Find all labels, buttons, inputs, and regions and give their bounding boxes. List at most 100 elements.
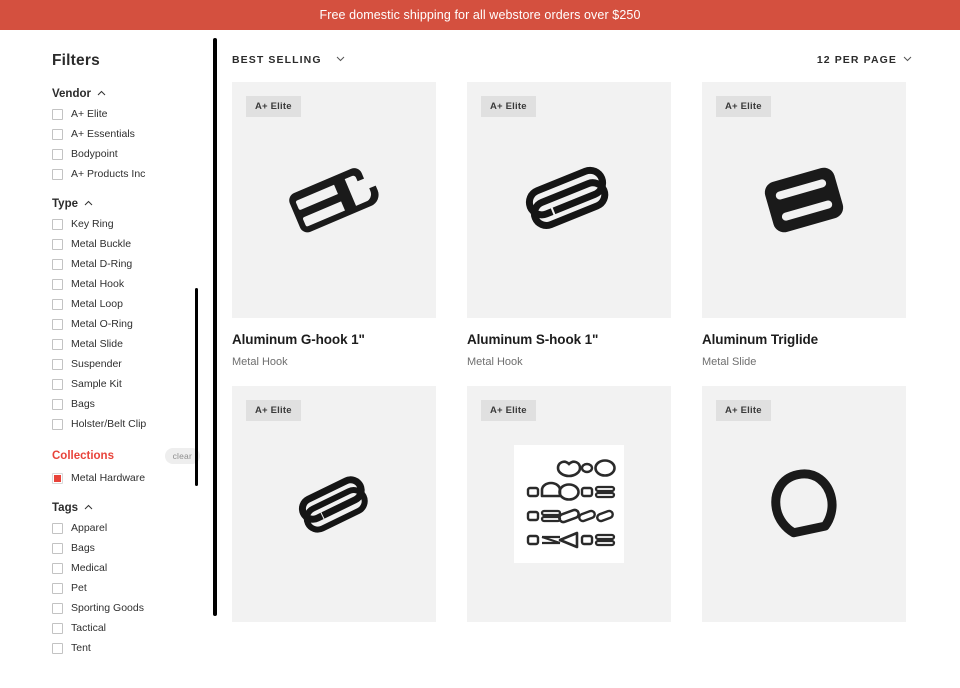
checkbox-unchecked-icon[interactable] — [52, 169, 63, 180]
filter-option[interactable]: Metal Loop — [52, 299, 200, 310]
filter-group-vendor: Vendor A+ Elite A+ Essentials Bodypoint A+ P… — [52, 88, 200, 180]
product-card[interactable]: A+ Elite — [232, 386, 436, 622]
sidebar-scrollbar[interactable] — [195, 288, 198, 486]
checkbox-unchecked-icon[interactable] — [52, 583, 63, 594]
per-page-dropdown[interactable]: 12 PER PAGE — [817, 54, 912, 66]
filter-option-label: Holster/Belt Clip — [71, 418, 147, 431]
checkbox-unchecked-icon[interactable] — [52, 109, 63, 120]
filter-option-label: Sample Kit — [71, 378, 122, 391]
filter-option-label: Key Ring — [71, 218, 114, 231]
product-type: Metal Hook — [232, 356, 288, 368]
filter-group-title[interactable]: Collections — [52, 450, 114, 462]
checkbox-unchecked-icon[interactable] — [52, 149, 63, 160]
filter-option-label: A+ Products Inc — [71, 168, 146, 181]
page-scrollbar[interactable] — [213, 38, 217, 616]
filter-option[interactable]: Metal Hardware — [52, 473, 200, 484]
checkbox-unchecked-icon[interactable] — [52, 239, 63, 250]
filter-option-label: Tent — [71, 642, 91, 655]
product-listing: BEST SELLING 12 PER PAGE A+ Elite Aluminu… — [232, 30, 960, 688]
filter-option[interactable]: Metal Buckle — [52, 239, 200, 250]
checkbox-unchecked-icon[interactable] — [52, 339, 63, 350]
d-ring-art — [771, 469, 837, 538]
filter-option[interactable]: Pet — [52, 583, 200, 594]
filter-group-title[interactable]: Vendor — [52, 88, 200, 100]
filter-option[interactable]: Bags — [52, 543, 200, 554]
product-card[interactable]: A+ Elite Aluminum S-hook 1" Metal Hook — [467, 82, 671, 368]
filter-groups: Vendor A+ Elite A+ Essentials Bodypoint A+ P… — [52, 88, 200, 654]
filter-option[interactable]: Apparel — [52, 523, 200, 534]
filter-group-type: Type Key Ring Metal Buckle Metal D-Ring Meta… — [52, 198, 200, 430]
filter-option-label: Sporting Goods — [71, 602, 144, 615]
filter-option[interactable]: Metal Slide — [52, 339, 200, 350]
product-thumbnail[interactable]: A+ Elite — [467, 82, 671, 318]
filter-option[interactable]: Sporting Goods — [52, 603, 200, 614]
sample-kit-panel — [514, 445, 624, 563]
vendor-badge: A+ Elite — [716, 400, 771, 421]
filter-option-label: Metal O-Ring — [71, 318, 133, 331]
filter-option-label: Bodypoint — [71, 148, 118, 161]
checkbox-unchecked-icon[interactable] — [52, 603, 63, 614]
checkbox-unchecked-icon[interactable] — [52, 129, 63, 140]
checkbox-unchecked-icon[interactable] — [52, 259, 63, 270]
product-card[interactable]: A+ Elite — [467, 386, 671, 622]
checkbox-unchecked-icon[interactable] — [52, 643, 63, 654]
vendor-badge: A+ Elite — [246, 400, 301, 421]
filter-option[interactable]: Suspender — [52, 359, 200, 370]
per-page-label: 12 PER PAGE — [816, 54, 897, 66]
filter-group-title[interactable]: Tags — [52, 502, 200, 514]
announcement-text: Free domestic shipping for all webstore … — [319, 8, 641, 22]
filter-option[interactable]: Sample Kit — [52, 379, 200, 390]
filter-option[interactable]: Bags — [52, 399, 200, 410]
filter-option[interactable]: A+ Essentials — [52, 129, 200, 140]
product-card[interactable]: A+ Elite Aluminum G-hook 1" Metal Hook — [232, 82, 436, 368]
checkbox-checked-icon[interactable] — [52, 473, 63, 484]
checkbox-unchecked-icon[interactable] — [52, 523, 63, 534]
checkbox-unchecked-icon[interactable] — [52, 419, 63, 430]
product-card[interactable]: A+ Elite Aluminum Triglide Metal Slide — [702, 82, 906, 368]
filter-group-collections: Collections clear Metal Hardware — [52, 448, 200, 484]
checkbox-unchecked-icon[interactable] — [52, 299, 63, 310]
product-thumbnail[interactable]: A+ Elite — [232, 386, 436, 622]
product-grid: A+ Elite Aluminum G-hook 1" Metal Hook A+ E… — [232, 82, 912, 622]
filter-option[interactable]: Bodypoint — [52, 149, 200, 160]
filter-option[interactable]: Metal Hook — [52, 279, 200, 290]
g-hook-art — [289, 168, 379, 233]
product-name: Aluminum G-hook 1" — [232, 332, 365, 347]
checkbox-unchecked-icon[interactable] — [52, 543, 63, 554]
listing-toolbar: BEST SELLING 12 PER PAGE — [232, 30, 912, 82]
filter-option[interactable]: Metal O-Ring — [52, 319, 200, 330]
filter-option[interactable]: Key Ring — [52, 219, 200, 230]
announcement-banner: Free domestic shipping for all webstore … — [0, 0, 960, 30]
filter-group-title[interactable]: Type — [52, 198, 200, 210]
product-thumbnail[interactable]: A+ Elite — [232, 82, 436, 318]
checkbox-unchecked-icon[interactable] — [52, 623, 63, 634]
product-card[interactable]: A+ Elite — [702, 386, 906, 622]
checkbox-unchecked-icon[interactable] — [52, 219, 63, 230]
checkbox-unchecked-icon[interactable] — [52, 359, 63, 370]
filter-group-header-row: Collections clear — [52, 448, 200, 464]
checkbox-unchecked-icon[interactable] — [52, 563, 63, 574]
checkbox-unchecked-icon[interactable] — [52, 379, 63, 390]
s-hook-small-art — [298, 476, 368, 533]
product-thumbnail[interactable]: A+ Elite — [467, 386, 671, 622]
filters-sidebar: Filters Vendor A+ Elite A+ Essentials Bodyp… — [0, 30, 200, 688]
checkbox-unchecked-icon[interactable] — [52, 319, 63, 330]
filter-option-label: Apparel — [71, 522, 108, 535]
filter-option[interactable]: Holster/Belt Clip — [52, 419, 200, 430]
checkbox-unchecked-icon[interactable] — [52, 399, 63, 410]
vendor-badge: A+ Elite — [481, 400, 536, 421]
checkbox-unchecked-icon[interactable] — [52, 279, 63, 290]
filter-option[interactable]: Tent — [52, 643, 200, 654]
product-thumbnail[interactable]: A+ Elite — [702, 386, 906, 622]
filter-option[interactable]: A+ Products Inc — [52, 169, 200, 180]
filter-option[interactable]: Tactical — [52, 623, 200, 634]
filter-option-label: Suspender — [71, 358, 122, 371]
filter-option[interactable]: A+ Elite — [52, 109, 200, 120]
filter-option-label: Metal Hook — [71, 278, 125, 291]
filter-option-label: Metal Hardware — [71, 472, 146, 485]
filter-option[interactable]: Metal D-Ring — [52, 259, 200, 270]
filter-option[interactable]: Medical — [52, 563, 200, 574]
filter-option-label: Bags — [71, 398, 95, 411]
product-thumbnail[interactable]: A+ Elite — [702, 82, 906, 318]
sort-by-dropdown[interactable]: BEST SELLING — [232, 54, 345, 66]
